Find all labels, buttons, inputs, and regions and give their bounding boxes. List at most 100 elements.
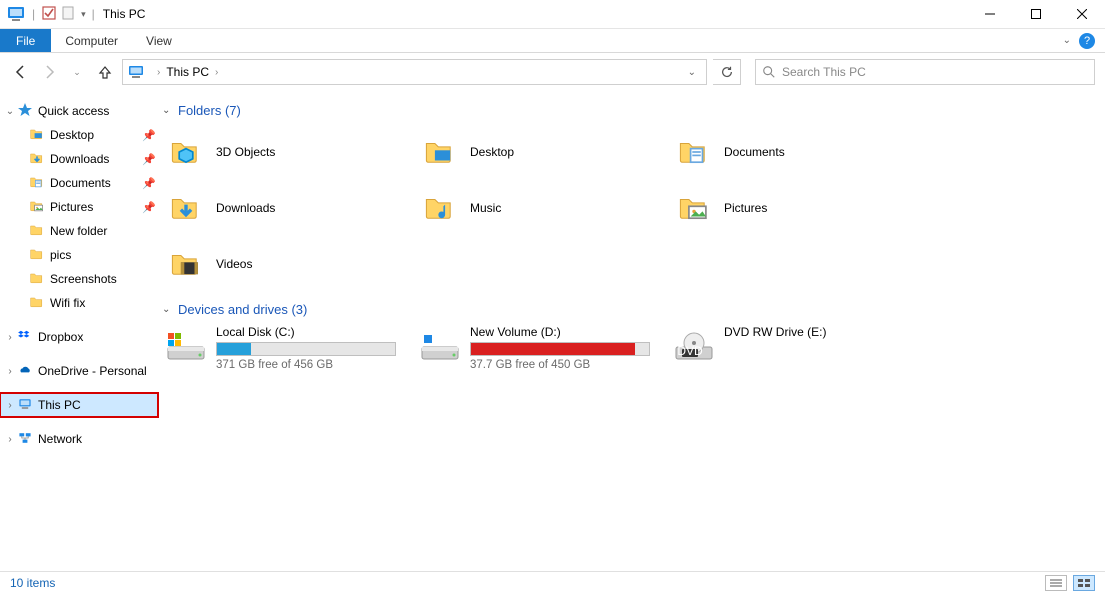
folder-item[interactable]: Downloads [162,180,416,236]
qat-properties-icon[interactable] [41,5,57,24]
drive-label: New Volume (D:) [470,325,650,339]
sidebar-item[interactable]: Downloads📌 [0,147,158,171]
search-box[interactable] [755,59,1095,85]
pin-icon: 📌 [142,201,158,214]
file-tab[interactable]: File [0,29,51,52]
sidebar-item-label: This PC [38,398,158,412]
chevron-right-icon[interactable]: › [209,67,224,78]
app-icon [6,4,26,24]
drive-item[interactable]: New Volume (D:) 37.7 GB free of 450 GB [416,323,670,373]
back-button[interactable] [10,61,32,83]
expand-icon[interactable]: › [4,366,16,377]
up-button[interactable] [94,61,116,83]
expand-icon[interactable]: › [4,400,16,411]
ribbon-collapse-icon[interactable]: ⌄ [1063,35,1071,46]
sidebar-item-label: Downloads [50,152,142,166]
sidebar-item[interactable]: Wifi fix [0,291,158,315]
folder-label: Downloads [216,201,275,215]
collapse-icon[interactable]: ⌄ [162,105,178,116]
view-large-button[interactable] [1073,575,1095,591]
folder-label: Music [470,201,501,215]
drive-item[interactable]: DVD DVD RW Drive (E:) [670,323,924,373]
collapse-icon[interactable]: ⌄ [4,106,16,117]
group-header-folders[interactable]: ⌄ Folders (7) [162,103,1095,118]
videos-icon [162,244,210,284]
close-button[interactable] [1059,0,1105,29]
sidebar-item-thispc[interactable]: › This PC [0,393,158,417]
navigation-pane: ⌄ Quick access Desktop📌Downloads📌Documen… [0,91,158,571]
expand-icon[interactable]: › [4,332,16,343]
sidebar-item-label: Dropbox [38,330,158,344]
drive-icon: DVD [670,325,718,369]
recent-locations-icon[interactable]: ⌄ [66,61,88,83]
folder-item[interactable]: Music [416,180,670,236]
folder-item[interactable]: Videos [162,236,416,292]
drive-icon [162,325,210,369]
documents-icon [670,132,718,172]
refresh-button[interactable] [713,59,741,85]
downloads-icon [28,150,46,169]
folder-item[interactable]: Documents [670,124,924,180]
folder-item[interactable]: Pictures [670,180,924,236]
help-icon[interactable]: ? [1079,33,1095,49]
sidebar-item[interactable]: New folder [0,219,158,243]
breadcrumb[interactable]: This PC [166,65,209,79]
music-icon [416,188,464,228]
capacity-bar [470,342,650,356]
collapse-icon[interactable]: ⌄ [162,304,178,315]
quick-access-toolbar: | ▾ | [30,5,97,24]
expand-icon[interactable]: › [4,434,16,445]
sidebar-item[interactable]: Pictures📌 [0,195,158,219]
desktop-icon [416,132,464,172]
svg-text:DVD: DVD [677,344,703,358]
dropbox-icon [16,328,34,347]
documents-icon [28,174,46,193]
drive-item[interactable]: Local Disk (C:)371 GB free of 456 GB [162,323,416,373]
sidebar-item-onedrive[interactable]: ›OneDrive - Personal [0,359,158,383]
tab-computer[interactable]: Computer [51,29,132,52]
sidebar-quick-access[interactable]: ⌄ Quick access [0,99,158,123]
maximize-button[interactable] [1013,0,1059,29]
window-title: This PC [103,7,146,21]
sidebar-item-label: Quick access [38,104,158,118]
tab-view[interactable]: View [132,29,186,52]
folder-label: Documents [724,145,785,159]
sidebar-item-dropbox[interactable]: › Dropbox [0,325,158,349]
sidebar-item[interactable]: Documents📌 [0,171,158,195]
drive-free-text: 37.7 GB free of 450 GB [470,359,650,371]
sidebar-item-label: Network [38,432,158,446]
qat-dropdown-icon[interactable]: ▾ [81,9,86,20]
3d-icon [162,132,210,172]
sidebar-item[interactable]: Screenshots [0,267,158,291]
view-details-button[interactable] [1045,575,1067,591]
separator: | [90,7,97,21]
chevron-right-icon[interactable]: › [151,67,166,78]
qat-newfolder-icon[interactable] [61,5,77,24]
sidebar-item-label: Screenshots [50,272,158,286]
drive-label: DVD RW Drive (E:) [724,325,904,339]
minimize-button[interactable] [967,0,1013,29]
folder-item[interactable]: Desktop [416,124,670,180]
network-icon [16,430,34,449]
drive-free-text: 371 GB free of 456 GB [216,359,396,371]
sidebar-item[interactable]: pics [0,243,158,267]
group-header-drives[interactable]: ⌄ Devices and drives (3) [162,302,1095,317]
quick-access-icon [16,102,34,121]
sidebar-item-label: Wifi fix [50,296,158,310]
address-bar[interactable]: › This PC › ⌄ [122,59,707,85]
folder-item[interactable]: 3D Objects [162,124,416,180]
folder-label: Videos [216,257,252,271]
desktop-icon [28,126,46,145]
sidebar-item[interactable]: Desktop📌 [0,123,158,147]
forward-button[interactable] [38,61,60,83]
address-dropdown-icon[interactable]: ⌄ [682,67,702,78]
folder-label: 3D Objects [216,145,275,159]
search-input[interactable] [782,65,1088,79]
folder-icon [28,294,46,313]
sidebar-item-label: Documents [50,176,142,190]
folder-icon [28,246,46,265]
ribbon-tabs: File Computer View ⌄ ? [0,29,1105,53]
pin-icon: 📌 [142,129,158,142]
sidebar-item-label: New folder [50,224,158,238]
sidebar-item-network[interactable]: › Network [0,427,158,451]
